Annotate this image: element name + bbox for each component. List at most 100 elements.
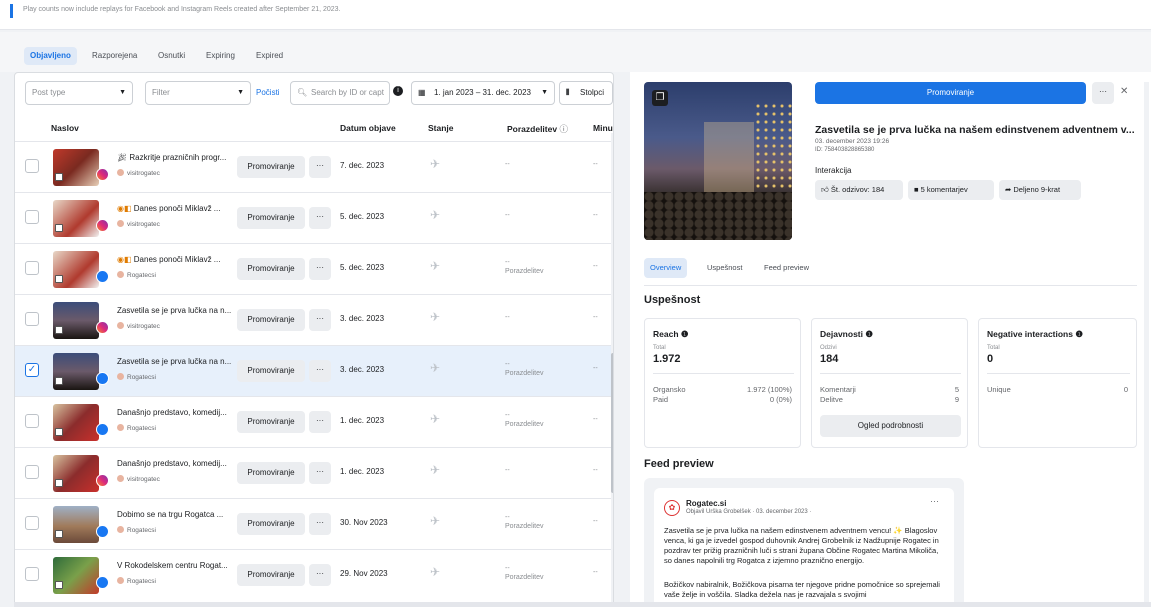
negative-total: 0 [987,353,994,365]
facebook-icon [96,525,109,538]
more-options-button[interactable]: ··· [309,462,331,484]
table-row[interactable]: Današnjo predstavo, komedij... Rogatecsi P… [15,396,613,447]
more-options-button[interactable]: ··· [309,309,331,331]
clear-filters-link[interactable]: Počisti [256,88,280,97]
shares-chip[interactable]: ➦ Deljeno 9-krat [999,180,1081,200]
table-row[interactable]: Zasvetila se je prva lučka na n... visitr… [15,294,613,345]
post-date: 3. dec. 2023 [340,314,385,323]
promote-button[interactable]: Promoviranje [237,462,305,484]
close-icon[interactable]: ✕ [1120,86,1128,97]
post-title[interactable]: ◉◧ Danes ponoči Miklavž ... [117,255,235,264]
feed-more-icon[interactable]: ··· [930,496,939,506]
tab-published[interactable]: Objavljeno [24,47,77,65]
more-options-button[interactable]: ··· [309,513,331,535]
table-row[interactable]: ◉◧ Danes ponoči Miklavž ... Rogatecsi Prom… [15,243,613,294]
post-title-text: Dobimo se na trgu Rogatca ... [117,510,224,519]
distribution-label: Porazdelitev [505,370,544,377]
table-row[interactable]: Dobimo se na trgu Rogatca ... Rogatecsi Pr… [15,498,613,549]
more-options-button[interactable]: ··· [309,156,331,178]
info-icon: ❶ [865,329,873,339]
horizontal-scrollbar[interactable] [14,602,1151,607]
subtab-overview[interactable]: Overview [644,258,688,278]
table-row[interactable]: V Rokodelskem centru Rogat... Rogatecsi Pr… [15,549,613,600]
reach-paid-label: Paid [653,395,669,404]
table-row[interactable]: ✓ Zasvetila se je prva lučka na n... Rogat… [15,345,613,396]
comments-chip[interactable]: ■ 5 komentarjev [908,180,994,200]
reach-title-text: Reach [653,329,679,339]
tab-expiring[interactable]: Expiring [200,47,241,65]
col-status[interactable]: Stanje [428,123,454,133]
columns-label: Stolpci [580,88,605,97]
promote-button[interactable]: Promoviranje [237,258,305,280]
more-options-button[interactable]: ··· [309,258,331,280]
feed-post-card: ✿ Rogatec.si Objavil Urška Grobelšek · 0… [654,488,954,607]
tab-scheduled[interactable]: Razporejena [86,47,143,65]
account-avatar [117,373,124,380]
post-title[interactable]: Današnjo predstavo, komedij... [117,408,235,417]
promote-button[interactable]: Promoviranje [237,156,305,178]
date-range-picker[interactable]: ▦ 1. jan 2023 – 31. dec. 2023 ▼ [411,81,555,105]
minutes-value: -- [593,467,598,474]
more-options-button[interactable]: ··· [309,207,331,229]
more-options-button[interactable]: ··· [309,411,331,433]
post-title[interactable]: ◉◧ Danes ponoči Miklavž ... [117,204,235,213]
distribution-value: -- [505,259,510,266]
post-title-text: Zasvetila se je prva lučka na n... [117,357,232,366]
subtab-performance[interactable]: Uspešnost [707,258,742,278]
search-input[interactable]: 🔍︎ Search by ID or capt [290,81,390,105]
post-type-select[interactable]: Post type ▼ [25,81,133,105]
reactions-chip[interactable]: 👍︎ Št. odzivov: 184 [815,180,903,200]
promote-button[interactable]: Promoviranje [237,309,305,331]
col-minutes[interactable]: Minu [593,123,613,133]
row-checkbox[interactable]: ✓ [25,363,39,377]
columns-button[interactable]: ⫴ Stolpci [559,81,613,105]
view-details-button[interactable]: Ogled podrobnosti [820,415,961,437]
detail-scrollbar[interactable] [1144,82,1149,602]
promote-button[interactable]: Promoviranje [815,82,1086,104]
filter-select[interactable]: Filter ▼ [145,81,251,105]
col-date[interactable]: Datum objave [340,123,396,133]
promote-button[interactable]: Promoviranje [237,411,305,433]
tab-expired[interactable]: Expired [250,47,289,65]
post-title[interactable]: Današnjo predstavo, komedij... [117,459,235,468]
row-checkbox[interactable] [25,414,39,428]
post-title[interactable]: 🎉︎ Razkritje prazničnih progr... [117,153,235,162]
post-title[interactable]: Zasvetila se je prva lučka na n... [117,306,235,315]
subtab-feed-preview[interactable]: Feed preview [764,258,809,278]
status-tabs: Objavljeno Razporejena Osnutki Expiring … [0,32,1151,72]
info-icon: ⓘ [559,124,568,134]
post-type-label: Post type [32,88,66,97]
promote-button[interactable]: Promoviranje [237,513,305,535]
table-row[interactable]: Današnjo predstavo, komedij... visitrogat… [15,447,613,498]
post-account: Rogatecsi [117,373,156,381]
row-checkbox[interactable] [25,465,39,479]
col-distribution[interactable]: Porazdelitev ⓘ [507,123,568,135]
row-checkbox[interactable] [25,516,39,530]
post-title[interactable]: Dobimo se na trgu Rogatca ... [117,510,235,519]
col-title[interactable]: Naslov [51,123,79,133]
promote-button[interactable]: Promoviranje [237,207,305,229]
performance-title: Uspešnost [644,294,701,306]
row-checkbox[interactable] [25,261,39,275]
table-row[interactable]: ◉◧ Danes ponoči Miklavž ... visitrogatec P… [15,192,613,243]
post-account: visitrogatec [117,322,160,330]
row-checkbox[interactable] [25,567,39,581]
more-options-button[interactable]: ··· [309,360,331,382]
row-checkbox[interactable] [25,210,39,224]
post-title[interactable]: Zasvetila se je prva lučka na n... [117,357,235,366]
table-row[interactable]: 🎉︎ Razkritje prazničnih progr... visitrog… [15,141,613,192]
info-icon[interactable]: i [393,86,403,96]
distribution-cell: -- Porazdelitev [505,564,544,582]
scrollbar-thumb[interactable] [611,353,613,493]
distribution-value: -- [505,412,510,419]
more-options-button[interactable]: ··· [1092,82,1114,104]
row-checkbox[interactable] [25,312,39,326]
feed-preview-frame: ✿ Rogatec.si Objavil Urška Grobelšek · 0… [644,478,964,607]
more-options-button[interactable]: ··· [309,564,331,586]
promote-button[interactable]: Promoviranje [237,564,305,586]
tab-drafts[interactable]: Osnutki [152,47,191,65]
account-avatar [117,526,124,533]
row-checkbox[interactable] [25,159,39,173]
promote-button[interactable]: Promoviranje [237,360,305,382]
post-title[interactable]: V Rokodelskem centru Rogat... [117,561,235,570]
